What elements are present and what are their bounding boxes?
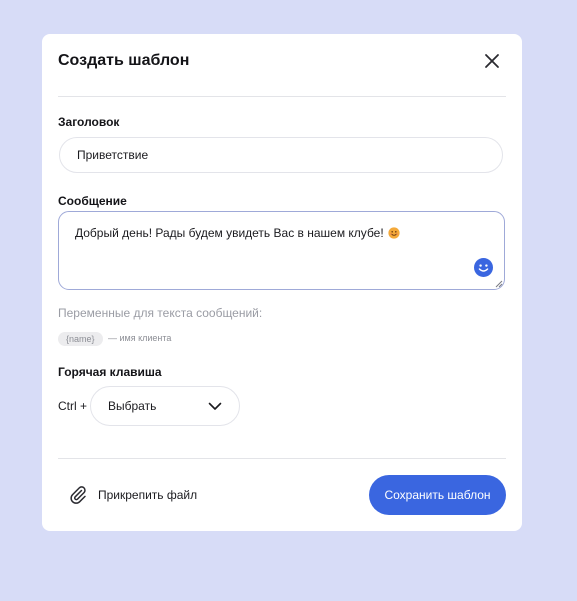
- hotkey-prefix: Ctrl +: [58, 399, 88, 413]
- message-text: Добрый день! Рады будем увидеть Вас в на…: [75, 226, 400, 240]
- message-value: Добрый день! Рады будем увидеть Вас в на…: [75, 226, 384, 240]
- message-textarea[interactable]: Добрый день! Рады будем увидеть Вас в на…: [58, 211, 505, 290]
- modal-header: Создать шаблон: [58, 34, 506, 97]
- hotkey-select[interactable]: Выбрать: [90, 386, 240, 426]
- emoji-picker-button[interactable]: [474, 258, 493, 277]
- close-icon: [485, 54, 499, 68]
- chevron-down-icon: [208, 402, 222, 410]
- variables-caption: Переменные для текста сообщений:: [58, 306, 263, 320]
- smiley-emoji-icon: [474, 258, 493, 277]
- title-field-label: Заголовок: [58, 115, 120, 129]
- variable-description: — имя клиента: [108, 333, 172, 343]
- paperclip-icon: [70, 486, 86, 504]
- message-field-label: Сообщение: [58, 194, 127, 208]
- attach-file-label: Прикрепить файл: [98, 488, 198, 502]
- hotkey-label: Горячая клавиша: [58, 365, 162, 379]
- variable-chip: {name}: [58, 332, 103, 346]
- modal-title: Создать шаблон: [58, 52, 190, 69]
- footer-divider: [58, 458, 506, 459]
- title-input[interactable]: Приветствие: [59, 137, 503, 173]
- smiling-face-emoji-icon: [388, 227, 400, 239]
- close-button[interactable]: [482, 51, 502, 71]
- resize-grip-icon[interactable]: [495, 280, 503, 288]
- hotkey-select-value: Выбрать: [108, 399, 157, 413]
- save-template-button[interactable]: Сохранить шаблон: [369, 475, 506, 515]
- create-template-modal: Создать шаблон Заголовок Приветствие Соо…: [42, 34, 522, 531]
